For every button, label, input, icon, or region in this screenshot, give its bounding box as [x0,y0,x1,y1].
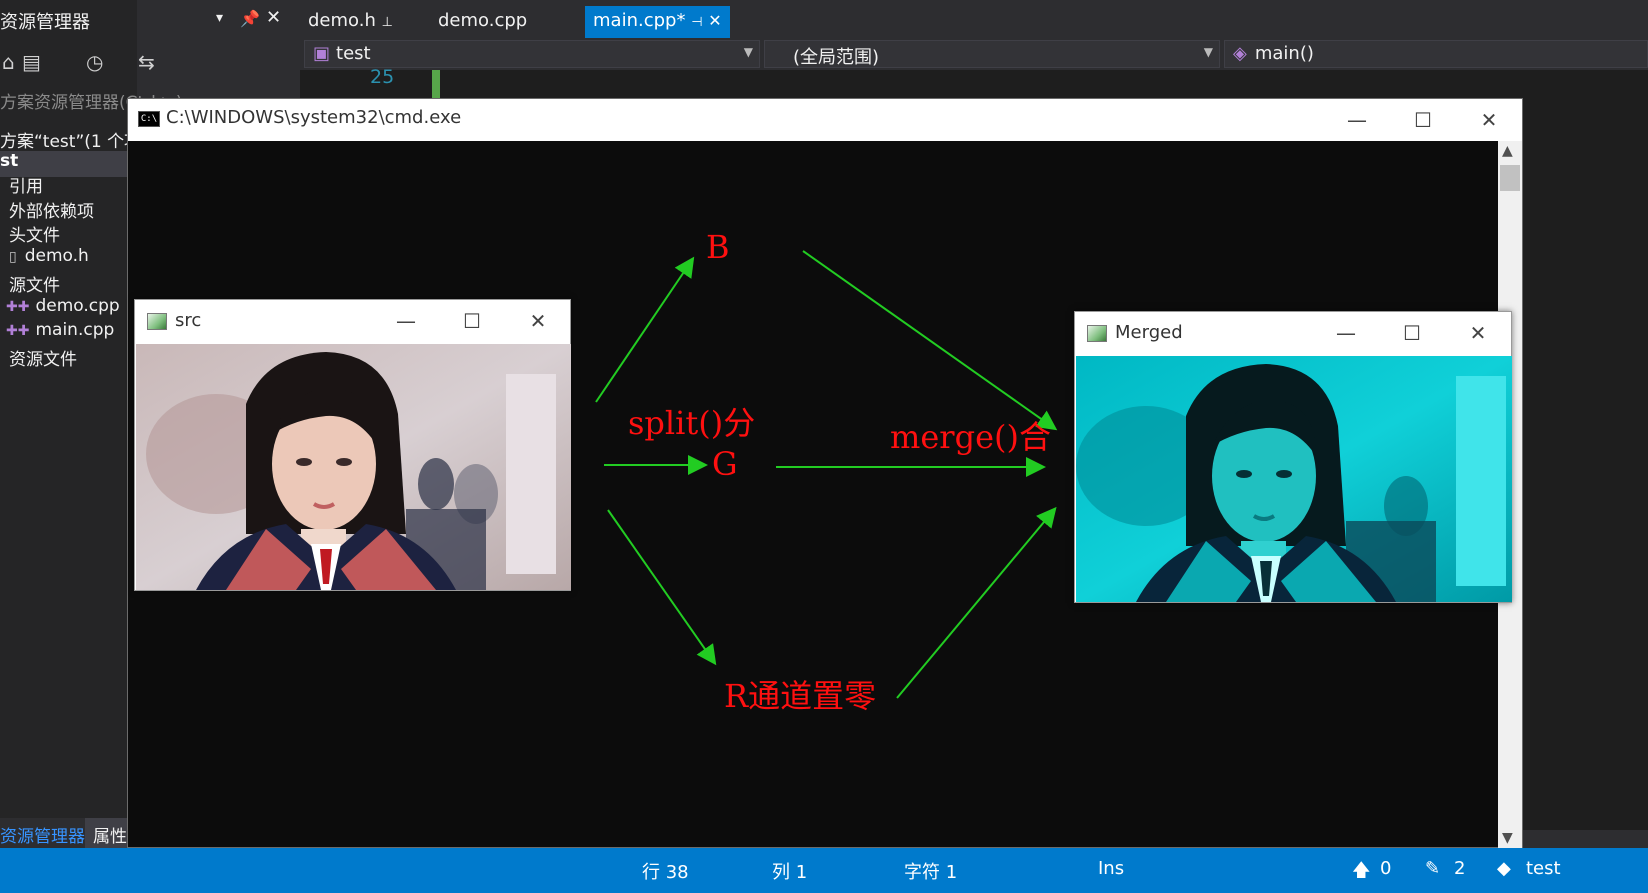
arrow-b-to-merged [802,250,1058,431]
maximize-button[interactable]: ☐ [1389,318,1435,348]
arrow-r-to-merged [896,506,1057,699]
merged-title: Merged [1115,322,1183,343]
close-button[interactable]: ✕ [1455,318,1501,348]
src-photo [136,344,571,590]
maximize-button[interactable]: ☐ [449,306,495,336]
label-b-channel: B [706,228,730,266]
minimize-button[interactable]: — [1323,318,1369,348]
label-split: split()分 [628,404,756,442]
label-r-channel: R通道置零 [724,677,877,715]
merged-window[interactable]: Merged — ☐ ✕ [1074,311,1512,603]
label-merge: merge()合 [890,418,1051,456]
src-window[interactable]: src — ☐ ✕ [134,299,571,591]
src-title: src [175,310,202,331]
close-button[interactable]: ✕ [515,306,561,336]
window-icon [1087,325,1107,342]
merged-photo [1076,356,1512,602]
minimize-button[interactable]: — [383,306,429,336]
src-title-bar[interactable]: src — ☐ ✕ [135,300,570,344]
arrow-to-b [595,256,695,403]
merged-title-bar[interactable]: Merged — ☐ ✕ [1075,312,1511,356]
arrow-to-r [607,509,717,666]
window-icon [147,313,167,330]
label-g-channel: G [712,445,738,483]
